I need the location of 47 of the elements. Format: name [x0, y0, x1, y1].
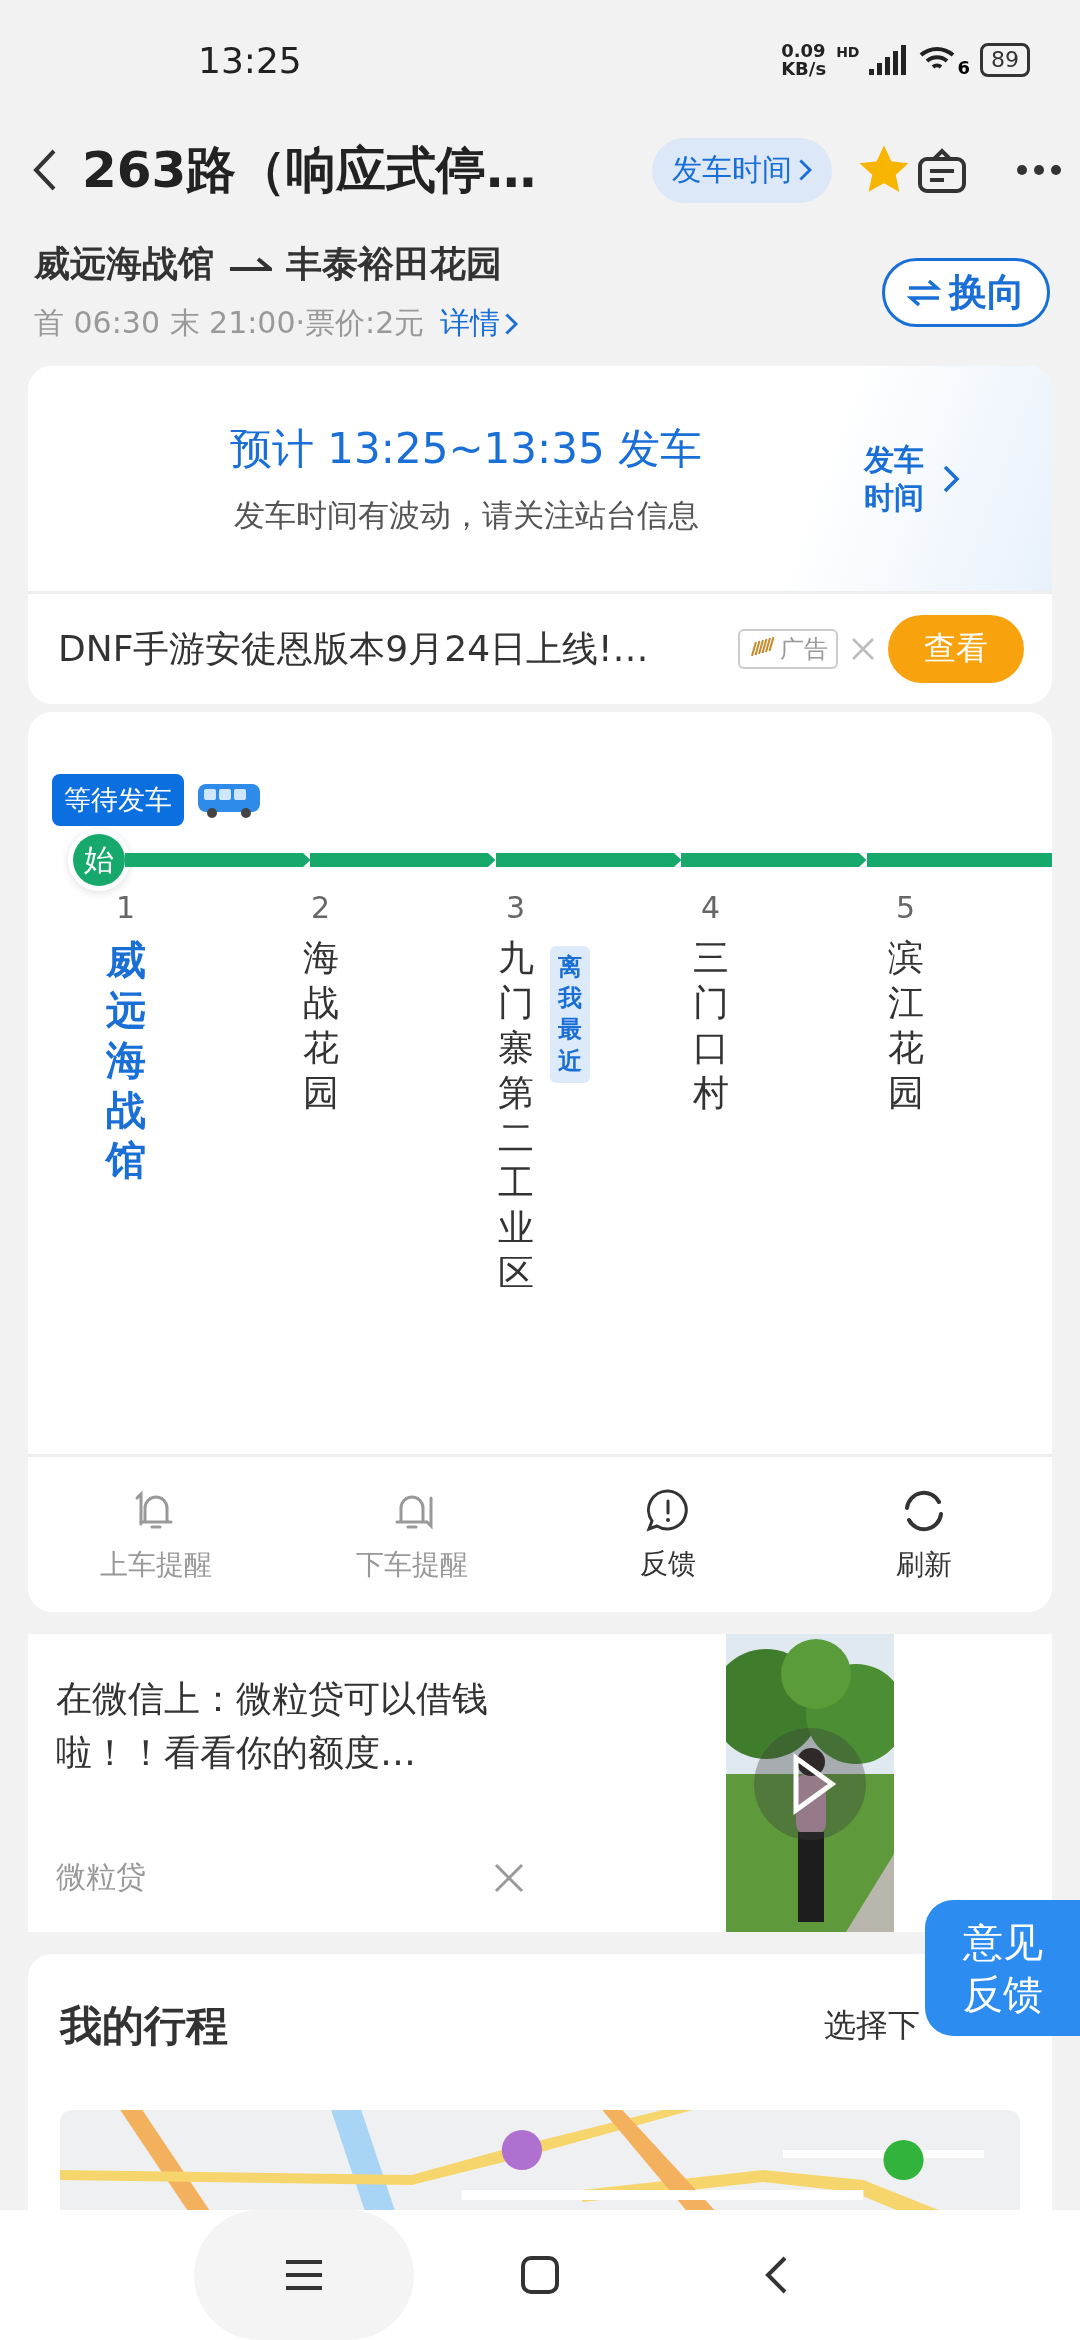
choose-stop-link[interactable]: 选择下	[824, 2004, 920, 2048]
details-link[interactable]: 详情	[440, 303, 519, 344]
reverse-direction-button[interactable]: 换向	[882, 258, 1050, 327]
stop-name[interactable]: 九门寨第二工业区	[497, 935, 534, 1295]
action-button[interactable]: 刷新	[796, 1457, 1052, 1612]
stop-name[interactable]: 威远海战馆	[105, 935, 146, 1185]
network-speed-unit: KB/s	[781, 60, 827, 78]
swap-icon	[907, 277, 941, 308]
ad-text[interactable]: 在微信上：微粒贷可以借钱啦！！看看你的额度…	[56, 1672, 516, 1780]
stop-name[interactable]: 三门口村	[692, 935, 729, 1115]
schedule-fare-info: 首 06:30 末 21:00·票价:2元	[34, 304, 425, 342]
destination-station: 丰泰裕田花园	[286, 242, 502, 286]
stop-number: 1	[115, 890, 136, 925]
battery-level: 89	[980, 43, 1030, 77]
network-speed: 0.09	[781, 42, 827, 60]
departure-time-link[interactable]: 发车时间	[864, 441, 986, 516]
status-time: 13:25	[198, 39, 302, 81]
close-icon[interactable]	[850, 636, 876, 662]
back-icon	[763, 2255, 789, 2295]
menu-icon	[284, 2258, 324, 2292]
stop-number: 3	[505, 890, 526, 925]
signal-icon	[869, 45, 908, 75]
stop-number: 2	[310, 890, 331, 925]
estimated-departure: 预计 13:25~13:35 发车	[230, 422, 702, 475]
origin-station: 威远海战馆	[34, 242, 214, 286]
chevron-icon	[797, 158, 812, 182]
more-icon[interactable]	[1016, 164, 1062, 176]
network-type: HD	[836, 44, 860, 60]
bus-status-label: 等待发车	[52, 774, 184, 826]
stop-name[interactable]: 海战花园	[302, 935, 339, 1115]
square-icon	[520, 2255, 560, 2295]
nearest-stop-tag: 离我最近	[550, 946, 590, 1083]
stop-number: 4	[700, 890, 721, 925]
action-button[interactable]: 反馈	[540, 1457, 796, 1612]
chevron-icon	[504, 311, 519, 336]
chevron-icon	[942, 463, 960, 494]
departure-note: 发车时间有波动，请关注站台信息	[233, 495, 699, 535]
ad-source: 微粒贷	[56, 1858, 146, 1896]
stop-number: 5	[895, 890, 916, 925]
ad-label: 广告	[738, 629, 838, 669]
star-icon[interactable]	[858, 145, 910, 195]
wifi-version: 6	[957, 57, 970, 78]
route-title: 263路（响应式停…	[82, 139, 538, 201]
trip-title: 我的行程	[60, 2000, 228, 2052]
departure-time-button[interactable]: 发车时间	[651, 137, 832, 203]
stop-name[interactable]: 滨江花园	[887, 935, 924, 1115]
ad-headline[interactable]: DNF手游安徒恩版本9月24日上线!…	[58, 624, 726, 674]
